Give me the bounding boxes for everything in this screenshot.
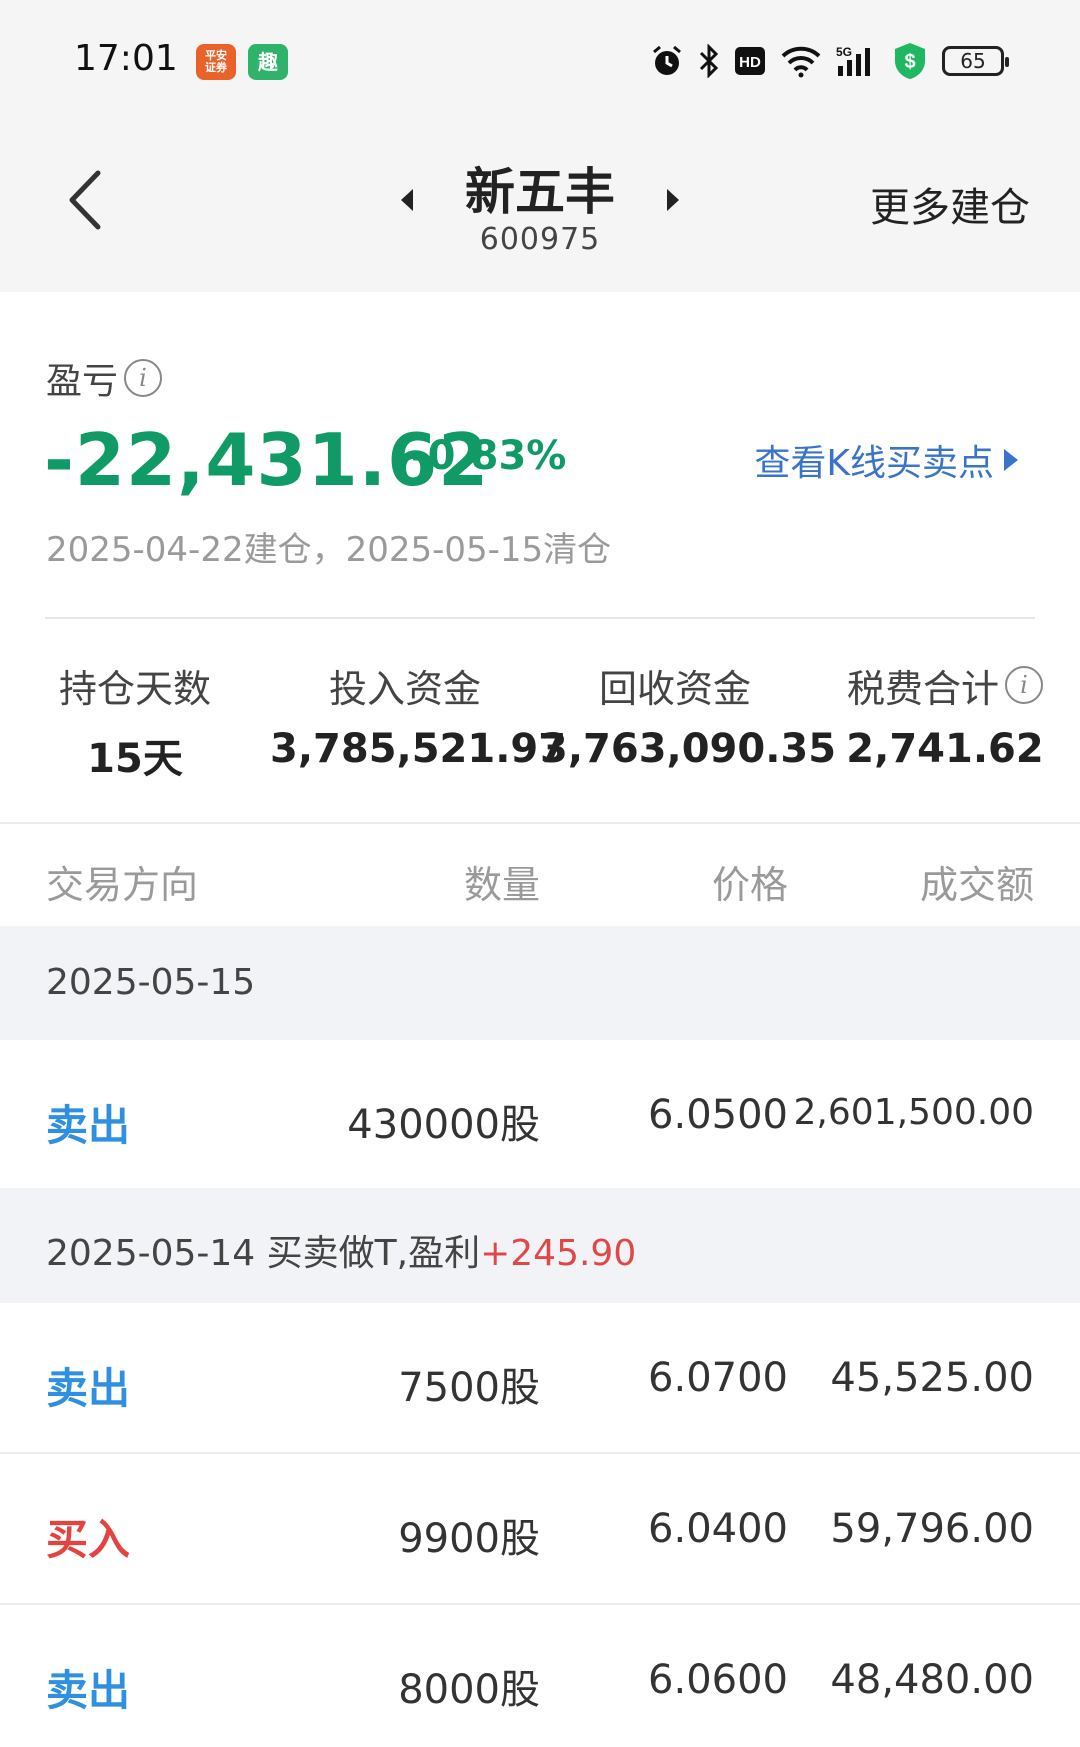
stat-hold-days: 持仓天数 15天 [0, 660, 270, 784]
fee-label: 税费合计 [846, 666, 999, 711]
trade-row[interactable]: 卖出 8000股 6.0600 48,480.00 [0, 1605, 1080, 1747]
status-icons: HD 5G $ 65 [650, 40, 1009, 82]
svg-text:5G: 5G [836, 45, 852, 59]
battery-icon: 65 [942, 46, 1009, 76]
alarm-icon [653, 45, 681, 75]
hd-icon: HD [735, 47, 765, 75]
trade-amount: 45,525.00 [830, 1355, 1034, 1401]
header-price: 价格 [711, 863, 788, 907]
recover-label: 回收资金 [598, 666, 751, 711]
pingan-app-icon: 平安证券 [196, 44, 236, 80]
fee-value: 2,741.62 [846, 726, 1044, 772]
section-date: 2025-05-14 [46, 1233, 256, 1274]
trade-direction: 买入 [46, 1515, 131, 1564]
header-amount: 成交额 [919, 863, 1034, 907]
qu-app-label: 趣 [258, 50, 278, 74]
wifi-icon [781, 46, 821, 78]
trade-table-header: 交易方向 数量 价格 成交额 [0, 824, 1080, 926]
battery-level: 65 [960, 49, 986, 73]
next-stock-icon[interactable] [663, 185, 683, 215]
trade-quantity: 7500股 [398, 1365, 540, 1411]
trade-row[interactable]: 买入 9900股 6.0400 59,796.00 [0, 1454, 1080, 1602]
caret-right-icon [1004, 449, 1018, 471]
trade-direction: 卖出 [46, 1101, 131, 1150]
recover-value: 3,763,090.35 [540, 726, 837, 772]
section-date: 2025-05-15 [46, 962, 256, 1003]
signal-5g-icon: 5G [836, 45, 870, 76]
status-bar: 17:01 平安证券 趣 HD 5G $ 65 [0, 0, 1080, 120]
section-date-text: 2025-05-15 [46, 962, 255, 1003]
pingan-app-label: 平安证券 [205, 49, 227, 74]
trade-amount: 2,601,500.00 [793, 1092, 1034, 1133]
trade-quantity: 430000股 [347, 1102, 540, 1148]
trade-amount: 48,480.00 [830, 1657, 1034, 1703]
section-profit: +245.90 [480, 1233, 637, 1274]
kline-link-label: 查看K线买卖点 [754, 443, 994, 484]
section-header: 2025-05-14 买卖做T,盈利+245.90 [0, 1188, 1080, 1303]
trade-price: 6.0600 [648, 1657, 788, 1703]
section-date-text: 2025-05-14 买卖做T,盈利+245.90 [46, 1224, 636, 1276]
trade-quantity: 9900股 [398, 1516, 540, 1562]
more-positions-button[interactable]: 更多建仓 [870, 175, 1030, 233]
nav-bar: 新五丰 600975 更多建仓 [0, 120, 1080, 292]
shield-dollar-icon: $ [895, 43, 925, 79]
section-note: 买卖做T,盈利 [255, 1233, 481, 1274]
trade-row[interactable]: 卖出 7500股 6.0700 45,525.00 [0, 1303, 1080, 1451]
trade-direction: 卖出 [46, 1666, 131, 1715]
status-time: 17:01 [74, 38, 178, 79]
stat-invest: 投入资金 3,785,521.97 [270, 660, 567, 773]
stats-row: 持仓天数 15天 投入资金 3,785,521.97 回收资金 3,763,09… [0, 660, 1080, 790]
svg-text:$: $ [904, 51, 915, 73]
trade-row[interactable]: 卖出 430000股 6.0500 2,601,500.00 [0, 1040, 1080, 1188]
trade-price: 6.0500 [648, 1092, 788, 1138]
invest-label: 投入资金 [328, 666, 481, 711]
pl-label-group: 盈亏 i [46, 352, 163, 404]
divider [45, 617, 1035, 619]
trade-price: 6.0700 [648, 1355, 788, 1401]
section-header: 2025-05-15 [0, 926, 1080, 1040]
header-direction: 交易方向 [46, 863, 199, 907]
trade-direction: 卖出 [46, 1364, 131, 1413]
pl-percent: -0.83% [411, 433, 567, 479]
bluetooth-icon [699, 44, 719, 78]
trade-detail-page: 17:01 平安证券 趣 HD 5G $ 65 新五丰 600975 更多建仓 … [0, 0, 1080, 1747]
trade-quantity: 8000股 [398, 1667, 540, 1713]
info-icon[interactable]: i [124, 359, 163, 397]
invest-value: 3,785,521.97 [270, 726, 567, 772]
hold-days-value: 15天 [87, 736, 183, 782]
qu-app-icon: 趣 [248, 44, 288, 80]
trade-amount: 59,796.00 [830, 1506, 1034, 1552]
header-quantity: 数量 [463, 863, 540, 907]
stat-fees: 税费合计 i 2,741.62 [810, 660, 1080, 772]
kline-trade-points-link[interactable]: 查看K线买卖点 [754, 434, 1018, 486]
trade-price: 6.0400 [648, 1506, 788, 1552]
stat-recover: 回收资金 3,763,090.35 [540, 660, 837, 773]
svg-text:HD: HD [739, 54, 761, 71]
fee-info-icon[interactable]: i [1005, 666, 1043, 704]
hold-days-label: 持仓天数 [58, 666, 211, 711]
position-dates: 2025-04-22建仓，2025-05-15清仓 [46, 530, 612, 570]
pl-label: 盈亏 [46, 361, 119, 402]
